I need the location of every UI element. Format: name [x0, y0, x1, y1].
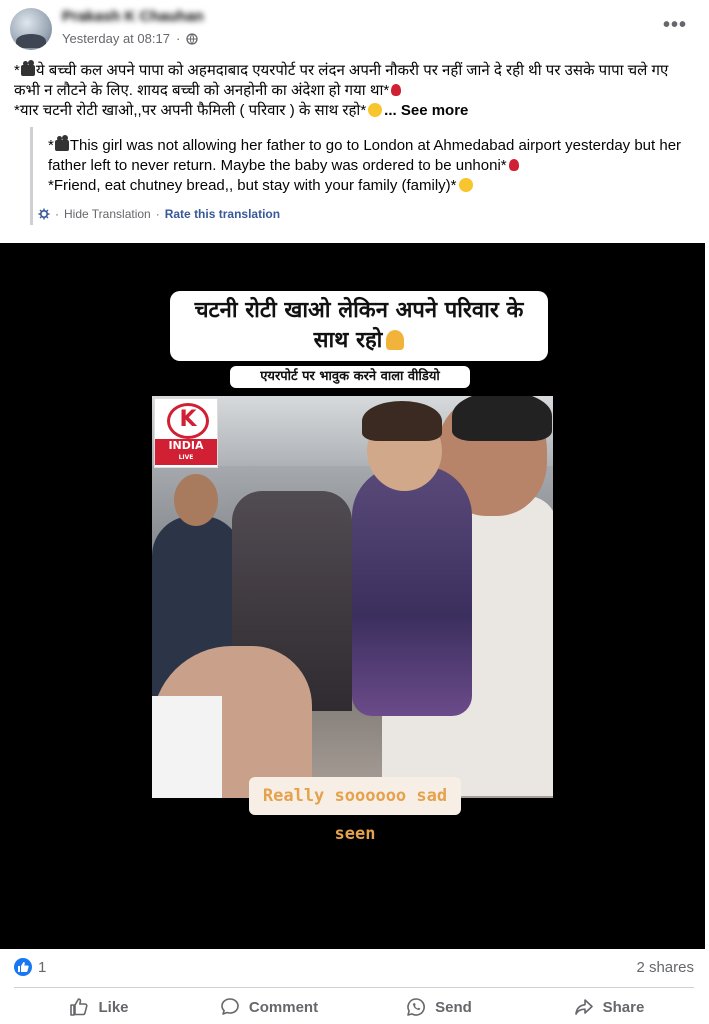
movie-camera-icon: [54, 135, 69, 151]
send-button[interactable]: Send: [354, 990, 524, 1024]
translation-text: * This girl was not allowing her father t…: [48, 135, 698, 196]
thumbs-up-icon: [70, 998, 89, 1016]
video-caption-main: चटनी रोटी खाओ लेकिन अपने परिवार के साथ र…: [170, 291, 548, 361]
logo-text: INDIA: [168, 439, 204, 452]
folded-hands-icon: [386, 330, 405, 350]
video-caption-bottom: Really soooooo sad seen: [249, 777, 461, 844]
translation-line1-text: This girl was not allowing her father to…: [48, 137, 682, 174]
share-arrow-icon: [574, 999, 593, 1015]
post-text-line1: * ये बच्ची कल अपने पापा को अहमदाबाद एयरपो…: [14, 60, 669, 99]
translation-dot: ·: [55, 207, 59, 221]
crying-face-icon: [458, 178, 473, 192]
post-header: Prakash K Chauhan Yesterday at 08:17 · •…: [0, 0, 709, 55]
avatar[interactable]: [10, 8, 52, 50]
video-frame[interactable]: K INDIA LIVE: [152, 396, 553, 798]
foreground-sleeve: [152, 696, 222, 798]
rate-translation-link[interactable]: Rate this translation: [165, 207, 280, 221]
share-button[interactable]: Share: [524, 990, 694, 1024]
post-text-line2: *यार चटनी रोटी खाओ,,पर अपनी फैमिली ( परि…: [14, 101, 694, 121]
video-media[interactable]: चटनी रोटी खाओ लेकिन अपने परिवार के साथ र…: [0, 243, 705, 949]
post-text-hindi2: *यार चटनी रोटी खाओ,,पर अपनी फैमिली ( परि…: [14, 102, 367, 119]
translation-block: * This girl was not allowing her father t…: [30, 127, 705, 225]
video-caption-sub: एयरपोर्ट पर भावुक करने वाला वीडियो: [230, 366, 470, 388]
channel-logo: K INDIA LIVE: [154, 398, 218, 468]
translation-links: · Hide Translation · Rate this translati…: [38, 207, 280, 221]
globe-icon[interactable]: [186, 32, 198, 45]
comment-label: Comment: [248, 998, 319, 1016]
caption-main-text: चटनी रोटी खाओ लेकिन अपने परिवार के साथ र…: [194, 298, 524, 353]
whatsapp-icon: [407, 998, 426, 1016]
girl-figure: [352, 466, 472, 716]
rose-icon: [391, 84, 402, 96]
post-text: * ये बच्ची कल अपने पापा को अहमदाबाद एयरपो…: [14, 60, 694, 121]
logo-text-block: INDIA LIVE: [155, 439, 217, 465]
rose-icon: [508, 159, 519, 171]
movie-camera-icon: [20, 60, 35, 76]
post-meta: Yesterday at 08:17 ·: [62, 31, 198, 46]
more-options-button[interactable]: •••: [663, 14, 687, 37]
reaction-count[interactable]: 1: [38, 959, 46, 976]
logo-letter: K: [167, 403, 209, 439]
hide-translation-link[interactable]: Hide Translation: [64, 207, 151, 221]
meta-separator: ·: [175, 31, 181, 46]
author-name[interactable]: Prakash K Chauhan: [62, 8, 204, 25]
divider: [14, 987, 694, 988]
translation-line2: *Friend, eat chutney bread,, but stay wi…: [48, 176, 698, 196]
action-bar: Like Comment Send Share: [14, 990, 694, 1024]
translation-line1: * This girl was not allowing her father t…: [48, 135, 682, 174]
timestamp[interactable]: Yesterday at 08:17: [62, 31, 170, 46]
post-text-hindi1: ये बच्ची कल अपने पापा को अहमदाबाद एयरपोर…: [14, 62, 669, 99]
send-label: Send: [435, 998, 472, 1016]
translation-line2-text: *Friend, eat chutney bread,, but stay wi…: [48, 177, 457, 194]
like-reaction-icon[interactable]: [14, 958, 32, 976]
share-label: Share: [602, 998, 645, 1016]
reactions-bar: 1 2 shares: [14, 958, 694, 978]
father-hair: [452, 396, 552, 441]
see-more-link[interactable]: ... See more: [384, 102, 468, 119]
crying-face-icon: [368, 103, 383, 117]
girl-hair: [362, 401, 442, 441]
comment-icon: [221, 998, 239, 1015]
translation-dot-2: ·: [155, 207, 160, 221]
gear-icon[interactable]: [38, 208, 50, 220]
share-count[interactable]: 2 shares: [636, 959, 694, 976]
bystander-head: [174, 474, 218, 526]
like-label: Like: [98, 998, 129, 1016]
like-button[interactable]: Like: [14, 990, 184, 1024]
logo-live-text: LIVE: [178, 454, 194, 461]
comment-button[interactable]: Comment: [184, 990, 354, 1024]
